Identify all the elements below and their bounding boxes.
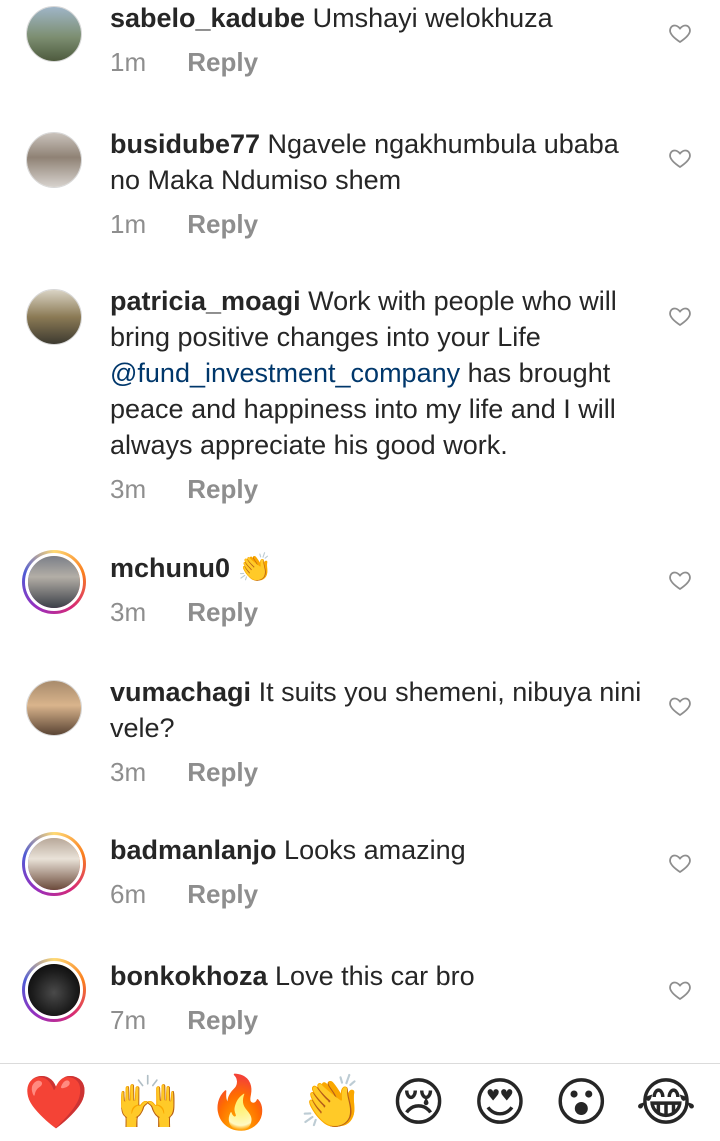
- comment-username[interactable]: sabelo_kadube: [110, 3, 305, 33]
- comment-body: Umshayi welokhuza: [312, 3, 553, 33]
- heart-outline-icon[interactable]: [668, 568, 692, 592]
- comment-text: patricia_moagi Work with people who will…: [110, 283, 650, 463]
- avatar-with-story-ring[interactable]: [22, 550, 86, 614]
- comment-meta: 6m Reply: [110, 876, 650, 912]
- heart-outline-icon[interactable]: [668, 21, 692, 45]
- comment-text: mchunu0 👏: [110, 550, 650, 586]
- comment-username[interactable]: patricia_moagi: [110, 286, 301, 316]
- comment-meta: 3m Reply: [110, 594, 650, 630]
- comment-text: badmanlanjo Looks amazing: [110, 832, 650, 868]
- tears-of-joy-emoji-button[interactable]: 😂: [636, 1073, 697, 1133]
- comment-time: 1m: [110, 209, 147, 239]
- quick-reactions-bar: ❤️ 🙌 🔥 👏 😢 😍 😮 😂: [0, 1064, 720, 1141]
- reply-button[interactable]: Reply: [187, 209, 258, 239]
- comment-time: 3m: [110, 474, 147, 504]
- reply-button[interactable]: Reply: [187, 1005, 258, 1035]
- comment-text: busidube77 Ngavele ngakhumbula ubaba no …: [110, 126, 650, 198]
- avatar[interactable]: [26, 132, 82, 188]
- reply-button[interactable]: Reply: [187, 47, 258, 77]
- avatar-with-story-ring[interactable]: [22, 958, 86, 1022]
- heart-outline-icon[interactable]: [668, 694, 692, 718]
- heart-outline-icon[interactable]: [668, 851, 692, 875]
- reply-button[interactable]: Reply: [187, 597, 258, 627]
- comment-time: 7m: [110, 1005, 147, 1035]
- comment-username[interactable]: bonkokhoza: [110, 961, 268, 991]
- reply-button[interactable]: Reply: [187, 757, 258, 787]
- heart-eyes-emoji-button[interactable]: 😍: [473, 1073, 527, 1133]
- comment-username[interactable]: mchunu0: [110, 553, 230, 583]
- reply-button[interactable]: Reply: [187, 474, 258, 504]
- comment-username[interactable]: vumachagi: [110, 677, 251, 707]
- avatar[interactable]: [26, 680, 82, 736]
- comment-meta: 1m Reply: [110, 44, 650, 80]
- comment-body: Looks amazing: [284, 835, 466, 865]
- comment-time: 3m: [110, 597, 147, 627]
- comment-body: Love this car bro: [275, 961, 475, 991]
- surprised-face-emoji-button[interactable]: 😮: [554, 1073, 608, 1133]
- comment-time: 1m: [110, 47, 147, 77]
- comment-meta: 3m Reply: [110, 754, 650, 790]
- comment-time: 6m: [110, 879, 147, 909]
- reply-button[interactable]: Reply: [187, 879, 258, 909]
- fire-emoji-button[interactable]: 🔥: [207, 1073, 272, 1133]
- raising-hands-emoji-button[interactable]: 🙌: [116, 1073, 181, 1133]
- heart-outline-icon[interactable]: [668, 304, 692, 328]
- clapping-hands-emoji: 👏: [237, 551, 273, 584]
- comment-text: sabelo_kadube Umshayi welokhuza: [110, 0, 650, 36]
- comment-text: vumachagi It suits you shemeni, nibuya n…: [110, 674, 650, 746]
- avatar[interactable]: [26, 6, 82, 62]
- crying-face-emoji-button[interactable]: 😢: [391, 1073, 445, 1133]
- comment-meta: 7m Reply: [110, 1002, 650, 1038]
- avatar-with-story-ring[interactable]: [22, 832, 86, 896]
- comment-username[interactable]: badmanlanjo: [110, 835, 277, 865]
- heart-outline-icon[interactable]: [668, 146, 692, 170]
- comment-meta: 3m Reply: [110, 471, 650, 507]
- mention-link[interactable]: @fund_investment_company: [110, 358, 460, 388]
- comment-time: 3m: [110, 757, 147, 787]
- heart-outline-icon[interactable]: [668, 978, 692, 1002]
- red-heart-emoji-button[interactable]: ❤️: [24, 1073, 89, 1133]
- comment-text: bonkokhoza Love this car bro: [110, 958, 650, 994]
- comment-username[interactable]: busidube77: [110, 129, 260, 159]
- clapping-hands-emoji-button[interactable]: 👏: [299, 1073, 364, 1133]
- comment-meta: 1m Reply: [110, 206, 650, 242]
- avatar[interactable]: [26, 289, 82, 345]
